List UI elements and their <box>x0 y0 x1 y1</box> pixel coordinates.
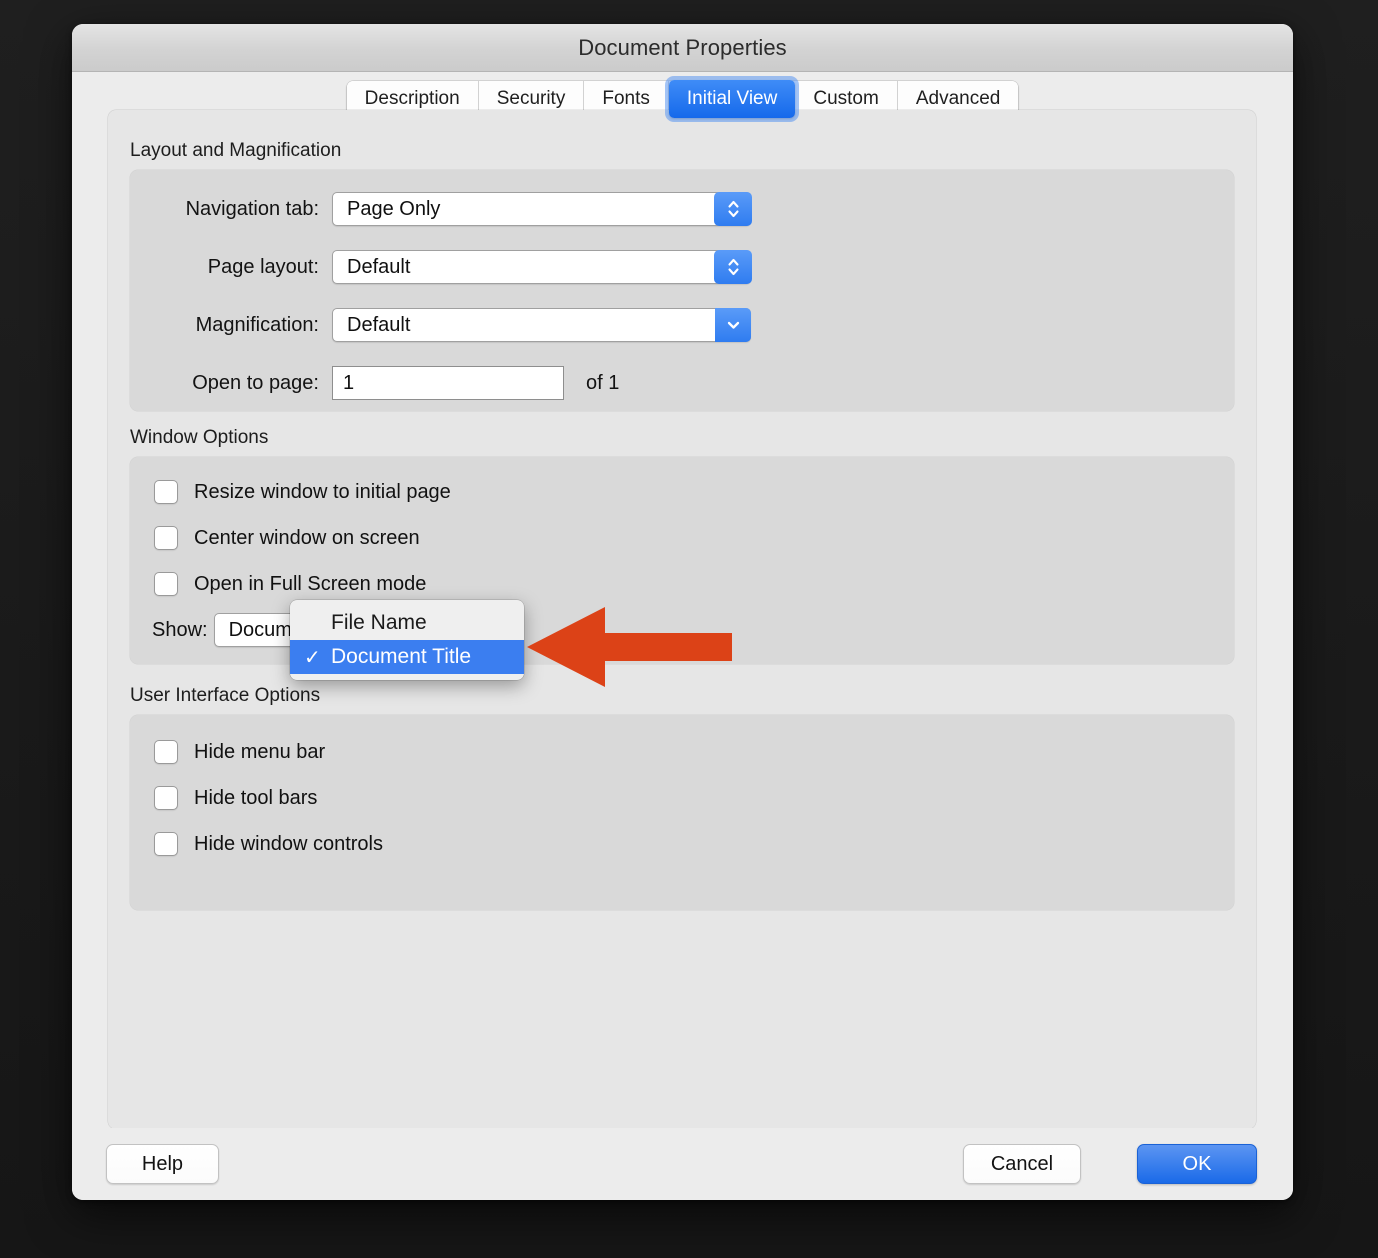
checkbox-label-hide-menu-bar: Hide menu bar <box>194 740 326 763</box>
window-options-section: Window Options Resize window to initial … <box>108 427 1256 664</box>
checkbox-label-hide-tool-bars: Hide tool bars <box>194 786 318 809</box>
menu-item-document-title[interactable]: ✓ Document Title <box>290 640 524 674</box>
checkbox-row-center-window[interactable]: Center window on screen <box>130 515 1234 561</box>
layout-groupbox: Navigation tab: Page Only Page layout: D… <box>130 170 1234 411</box>
document-properties-dialog: Document Properties Description Security… <box>72 24 1293 1200</box>
dialog-footer: Help Cancel OK <box>72 1128 1293 1200</box>
menu-item-label: File Name <box>331 611 427 634</box>
stepper-updown-icon[interactable] <box>714 192 752 226</box>
checkbox-open-fullscreen[interactable] <box>154 572 178 596</box>
show-dropdown-menu[interactable]: File Name ✓ Document Title <box>290 600 524 680</box>
tab-content-panel: Layout and Magnification Navigation tab:… <box>108 110 1256 1129</box>
checkbox-hide-window-controls[interactable] <box>154 832 178 856</box>
layout-section: Layout and Magnification Navigation tab:… <box>108 140 1256 411</box>
magnification-label: Magnification: <box>195 313 319 336</box>
page-layout-label: Page layout: <box>207 255 319 278</box>
navigation-tab-value: Page Only <box>347 197 441 220</box>
stepper-updown-icon[interactable] <box>714 250 752 284</box>
menu-check-icon: ✓ <box>304 646 321 669</box>
desktop-background: Document Properties Description Security… <box>0 0 1378 1258</box>
tab-initial-view[interactable]: Initial View <box>668 80 796 118</box>
ui-options-title: User Interface Options <box>130 685 321 706</box>
menu-item-label: Document Title <box>331 645 472 668</box>
ui-options-section: User Interface Options Hide menu bar Hid… <box>108 685 1256 910</box>
magnification-value: Default <box>347 313 411 336</box>
checkbox-center-window[interactable] <box>154 526 178 550</box>
checkbox-label-center-window: Center window on screen <box>194 526 420 549</box>
page-layout-value: Default <box>347 255 411 278</box>
checkbox-row-resize-window[interactable]: Resize window to initial page <box>130 469 1234 515</box>
open-to-page-label: Open to page: <box>192 371 319 394</box>
checkbox-row-hide-window-controls[interactable]: Hide window controls <box>130 821 1234 867</box>
checkbox-row-hide-tool-bars[interactable]: Hide tool bars <box>130 775 1234 821</box>
layout-section-title: Layout and Magnification <box>130 140 342 161</box>
navigation-tab-popup[interactable]: Page Only <box>332 192 752 226</box>
dialog-titlebar: Document Properties <box>72 24 1293 72</box>
help-button[interactable]: Help <box>106 1144 219 1184</box>
page-layout-row: Page layout: Default <box>130 246 1234 288</box>
ui-options-groupbox: Hide menu bar Hide tool bars Hide window… <box>130 715 1234 910</box>
navigation-tab-row: Navigation tab: Page Only <box>130 188 1234 230</box>
dialog-title: Document Properties <box>578 34 787 60</box>
checkbox-row-hide-menu-bar[interactable]: Hide menu bar <box>130 729 1234 775</box>
magnification-row: Magnification: Default <box>130 304 1234 346</box>
menu-item-file-name[interactable]: File Name <box>290 606 524 640</box>
checkbox-resize-window[interactable] <box>154 480 178 504</box>
open-to-page-input[interactable]: 1 <box>332 366 564 400</box>
checkbox-hide-menu-bar[interactable] <box>154 740 178 764</box>
page-layout-popup[interactable]: Default <box>332 250 752 284</box>
show-label: Show: <box>152 618 208 641</box>
cancel-button[interactable]: Cancel <box>963 1144 1081 1184</box>
magnification-popup[interactable]: Default <box>332 308 751 342</box>
ok-button[interactable]: OK <box>1137 1144 1257 1184</box>
checkbox-label-open-fullscreen: Open in Full Screen mode <box>194 572 427 595</box>
chevron-down-icon[interactable] <box>715 308 751 342</box>
page-count-text: of 1 <box>586 371 620 394</box>
checkbox-label-hide-window-controls: Hide window controls <box>194 832 383 855</box>
checkbox-label-resize-window: Resize window to initial page <box>194 480 451 503</box>
window-options-title: Window Options <box>130 427 269 448</box>
checkbox-hide-tool-bars[interactable] <box>154 786 178 810</box>
navigation-tab-label: Navigation tab: <box>185 197 319 220</box>
open-to-page-row: Open to page: 1 of 1 <box>130 362 1234 404</box>
